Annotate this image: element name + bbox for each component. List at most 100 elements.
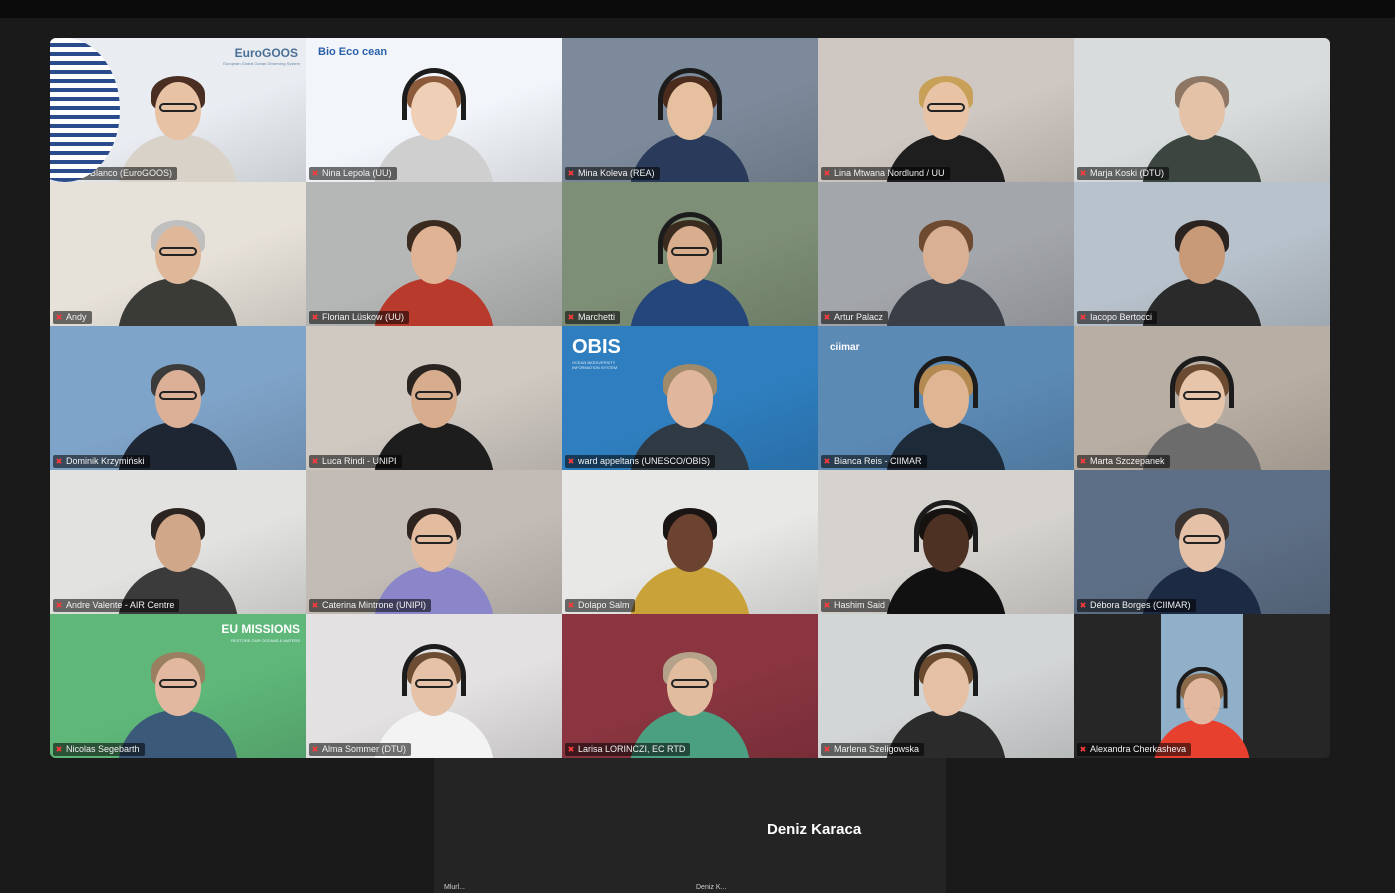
participant-video-figure: [374, 62, 494, 182]
participant-name: Larisa LORINCZI, EC RTD: [578, 744, 686, 754]
video-tile-artur-palacz[interactable]: ✖ Artur Palacz: [818, 182, 1074, 326]
participant-nametag: ✖ Mina Koleva (REA): [565, 167, 660, 180]
participant-video-figure: [630, 350, 750, 470]
mic-muted-icon: ✖: [823, 601, 831, 610]
participant-video-figure: [886, 206, 1006, 326]
participant-nametag: ✖ Artur Palacz: [821, 311, 889, 324]
participant-video-figure: [1142, 494, 1262, 614]
participant-nametag: ✖ Florian Lüskow (UU): [309, 311, 410, 324]
video-tile-florian-l-skow-uu[interactable]: ✖ Florian Lüskow (UU): [306, 182, 562, 326]
video-tile-mina-koleva-rea[interactable]: ✖ Mina Koleva (REA): [562, 38, 818, 182]
participant-video-figure: [1142, 62, 1262, 182]
participant-nametag: ✖ Nicolas Segebarth: [53, 743, 145, 756]
participant-nametag: ✖ Hashim Said: [821, 599, 891, 612]
mic-muted-icon: ✖: [823, 313, 831, 322]
mic-muted-icon: ✖: [823, 745, 831, 754]
video-tile-caterina-mintrone-unipi[interactable]: ✖ Caterina Mintrone (UNIPI): [306, 470, 562, 614]
participant-video-figure: [630, 494, 750, 614]
video-tile-lina-mtwana-nordlund-uu[interactable]: ✖ Lina Mtwana Nordlund / UU: [818, 38, 1074, 182]
video-tile-ward-appeltans-unesco-obis[interactable]: ✖ ward appeltans (UNESCO/OBIS) OBIS OCEAN B…: [562, 326, 818, 470]
eurogoos-subtitle: European Global Ocean Observing System: [223, 61, 300, 66]
video-tile-alma-sommer-dtu[interactable]: ✖ Alma Sommer (DTU): [306, 614, 562, 758]
participant-video-figure: [374, 494, 494, 614]
video-tile-andre-valente-air-centre[interactable]: ✖ Andre Valente - AIR Centre: [50, 470, 306, 614]
video-tile-luca-rindi-unipi[interactable]: ✖ Luca Rindi - UNIPI: [306, 326, 562, 470]
mic-muted-icon: ✖: [1079, 745, 1087, 754]
eurogoos-logo: EuroGOOS: [234, 46, 298, 60]
video-tile-nina-lepola-uu[interactable]: ✖ Nina Lepola (UU) Bio Eco cean: [306, 38, 562, 182]
participant-nametag: ✖ Lina Mtwana Nordlund / UU: [821, 167, 950, 180]
video-tile-alexandra-cherkasheva[interactable]: ✖ Alexandra Cherkasheva: [1074, 614, 1330, 758]
participant-video-figure: [374, 638, 494, 758]
video-tile-marja-koski-dtu[interactable]: ✖ Marja Koski (DTU): [1074, 38, 1330, 182]
mic-muted-icon: ✖: [823, 457, 831, 466]
participant-nametag: ✖ Dominik Krzymiński: [53, 455, 150, 468]
participant-nametag: ✖ Alexandra Cherkasheva: [1077, 743, 1192, 756]
obis-logo: OBIS: [572, 336, 621, 358]
participant-name: Andy: [66, 312, 87, 322]
video-tile-dolapo-salm[interactable]: ✖ Dolapo Salm: [562, 470, 818, 614]
mic-muted-icon: ✖: [1079, 457, 1087, 466]
participant-name: Alexandra Cherkasheva: [1090, 744, 1187, 754]
participant-video-figure: [118, 62, 238, 182]
participant-name: Débora Borges (CIIMAR): [1090, 600, 1191, 610]
bioecocean-logo: Bio Eco cean: [318, 46, 388, 58]
participant-video-figure: [630, 638, 750, 758]
video-tile-larisa-lorinczi-ec-rtd[interactable]: ✖ Larisa LORINCZI, EC RTD: [562, 614, 818, 758]
video-tile-iacopo-bertocci[interactable]: ✖ Iacopo Bertocci: [1074, 182, 1330, 326]
video-tile-andy[interactable]: ✖ Andy: [50, 182, 306, 326]
participant-video-figure: [118, 638, 238, 758]
mic-muted-icon: ✖: [311, 169, 319, 178]
video-tile-bianca-reis-ciimar[interactable]: ✖ Bianca Reis - CIIMAR ciimar: [818, 326, 1074, 470]
participant-video-figure: [118, 494, 238, 614]
video-tile-d-bora-borges-ciimar[interactable]: ✖ Débora Borges (CIIMAR): [1074, 470, 1330, 614]
participant-video-figure: [118, 350, 238, 470]
partial-name-right: Deniz K...: [696, 884, 727, 891]
video-tile-dominik-krzymi-ski[interactable]: ✖ Dominik Krzymiński: [50, 326, 306, 470]
video-tile-marlena-szeligowska[interactable]: ✖ Marlena Szeligowska: [818, 614, 1074, 758]
participant-name: Nina Lepola (UU): [322, 168, 392, 178]
video-tile-nicolas-segebarth[interactable]: ✖ Nicolas Segebarth EU MISSIONS RESTORE OUR…: [50, 614, 306, 758]
participant-nametag: ✖ Caterina Mintrone (UNIPI): [309, 599, 432, 612]
participant-nametag: ✖ Larisa LORINCZI, EC RTD: [565, 743, 691, 756]
participant-name: Marja Koski (DTU): [1090, 168, 1165, 178]
participant-video-figure: [374, 206, 494, 326]
mic-muted-icon: ✖: [567, 457, 575, 466]
participant-name: Marlena Szeligowska: [834, 744, 920, 754]
participant-nametag: ✖ Marja Koski (DTU): [1077, 167, 1170, 180]
participant-video-figure: [374, 350, 494, 470]
mic-muted-icon: ✖: [1079, 601, 1087, 610]
participant-video-figure: [886, 638, 1006, 758]
participant-nametag: ✖ Andy: [53, 311, 92, 324]
participant-name: Bianca Reis - CIIMAR: [834, 456, 922, 466]
mic-muted-icon: ✖: [55, 457, 63, 466]
participant-nametag: ✖ Dolapo Salm: [565, 599, 635, 612]
participant-nametag: ✖ Nina Lepola (UU): [309, 167, 397, 180]
participant-name: Marchetti: [578, 312, 616, 322]
mic-muted-icon: ✖: [311, 457, 319, 466]
video-tile-alicia-blanco-eurogoos[interactable]: ✖Alicia Blanco (EuroGOOS)EuroGOOSEuropea…: [50, 38, 306, 182]
participant-name: Artur Palacz: [834, 312, 884, 322]
participant-name: Alma Sommer (DTU): [322, 744, 407, 754]
participant-nametag: ✖ Marchetti: [565, 311, 621, 324]
participant-nametag: ✖ Marlena Szeligowska: [821, 743, 925, 756]
mic-muted-icon: ✖: [567, 745, 575, 754]
participant-nametag: ✖ ward appeltans (UNESCO/OBIS): [565, 455, 716, 468]
participant-name: Dolapo Salm: [578, 600, 630, 610]
participant-video-figure: [1142, 350, 1262, 470]
active-speaker-name: Deniz Karaca: [767, 821, 862, 838]
participant-name: Mina Koleva (REA): [578, 168, 655, 178]
video-tile-marchetti[interactable]: ✖ Marchetti: [562, 182, 818, 326]
participant-nametag: ✖ Marta Szczepanek: [1077, 455, 1170, 468]
mic-muted-icon: ✖: [311, 313, 319, 322]
participant-video-figure: [630, 206, 750, 326]
participant-name: Nicolas Segebarth: [66, 744, 140, 754]
participant-name: Hashim Said: [834, 600, 886, 610]
active-speaker-panel[interactable]: [434, 758, 946, 893]
participant-name: Lina Mtwana Nordlund / UU: [834, 168, 945, 178]
mic-muted-icon: ✖: [567, 601, 575, 610]
video-tile-marta-szczepanek[interactable]: ✖ Marta Szczepanek: [1074, 326, 1330, 470]
video-tile-hashim-said[interactable]: ✖ Hashim Said: [818, 470, 1074, 614]
participant-name: Caterina Mintrone (UNIPI): [322, 600, 427, 610]
participant-nametag: ✖ Bianca Reis - CIIMAR: [821, 455, 927, 468]
